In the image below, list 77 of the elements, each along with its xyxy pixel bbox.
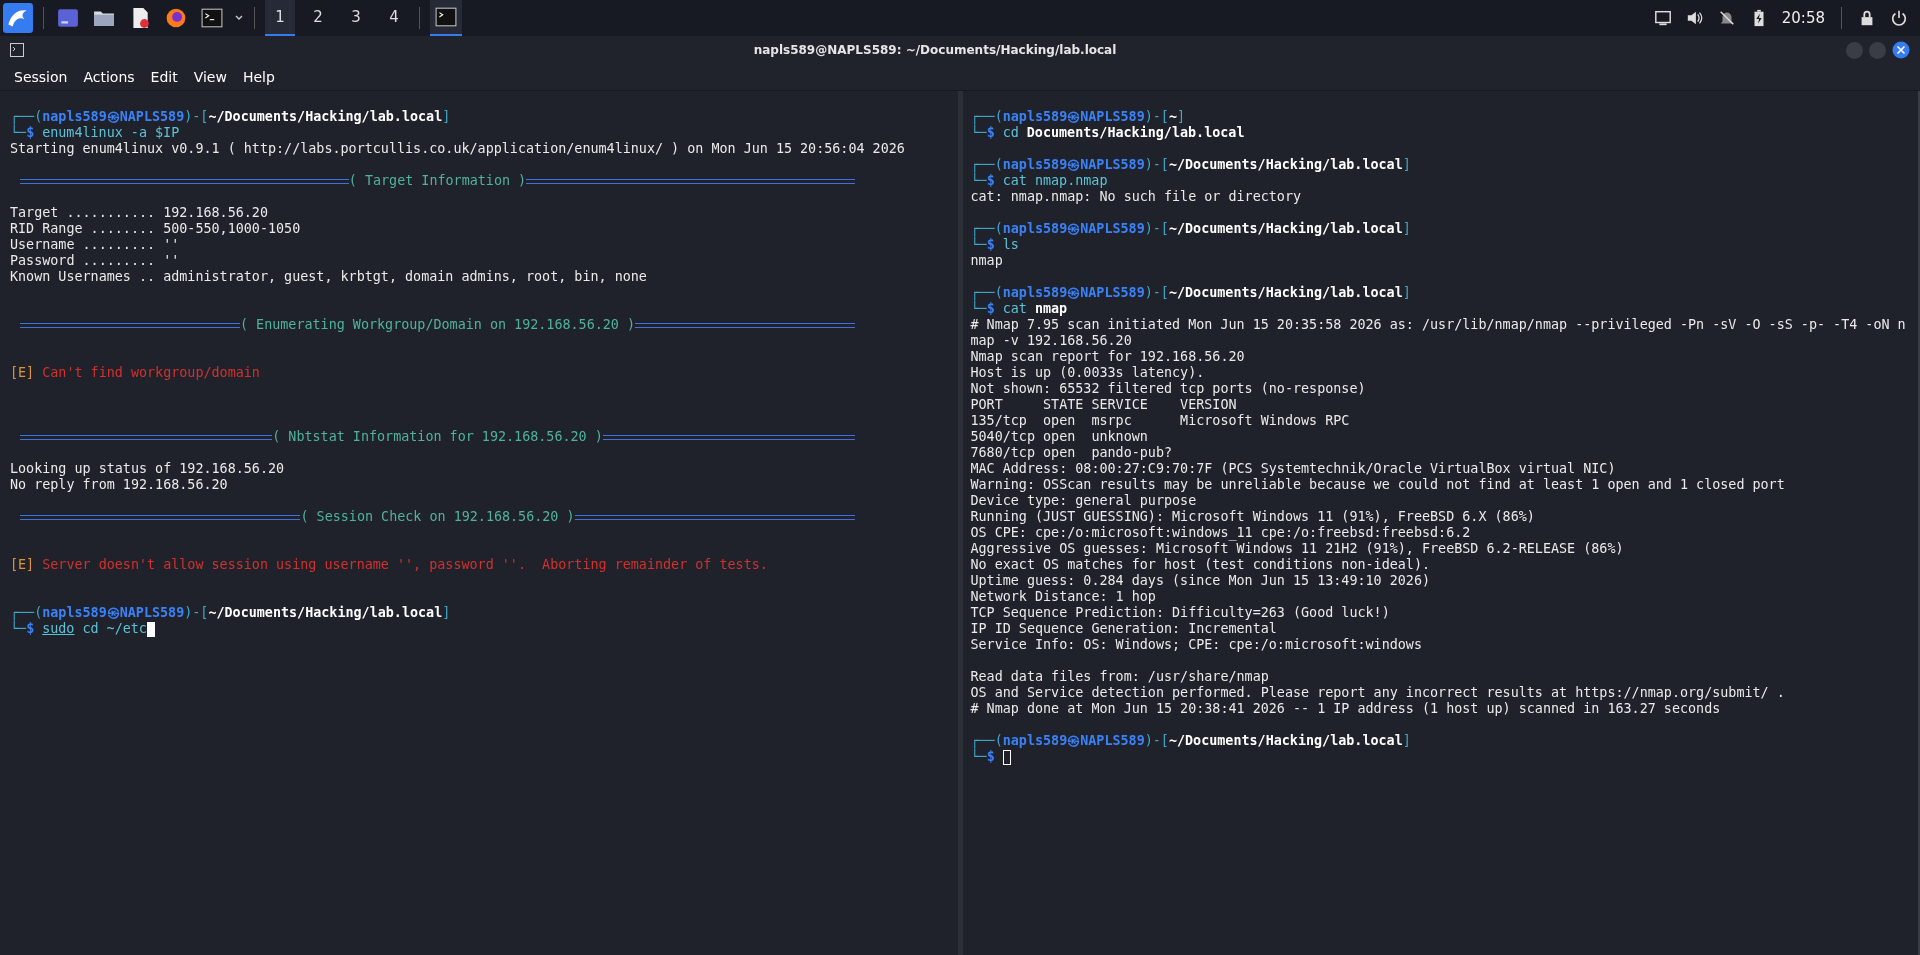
clock[interactable]: 20:58 xyxy=(1781,9,1825,27)
output-line: Looking up status of 192.168.56.20 xyxy=(10,461,286,477)
terminal-icon xyxy=(435,6,457,28)
output-line: Read data files from: /usr/share/nmap xyxy=(970,669,1270,685)
menu-item[interactable]: Session xyxy=(6,69,76,85)
prompt-line: ┌──(napls589㉿NAPLS589)-[~/Documents/Hacking/lab.local] xyxy=(970,285,1412,301)
output-line: nmap xyxy=(970,253,1004,269)
command-text: └─$ ls xyxy=(970,237,1019,253)
close-icon[interactable] xyxy=(1892,41,1910,59)
browser-icon[interactable] xyxy=(165,7,187,29)
output-line: No reply from 192.168.56.20 xyxy=(10,477,229,493)
section-title: ( Nbtstat Information for 192.168.56.20 ) xyxy=(272,429,603,445)
section-title: ( Enumerating Workgroup/Domain on 192.168.56.20 ) xyxy=(240,317,635,333)
output-line: Password ......... '' xyxy=(10,253,181,269)
command-text: └─$ cd Documents/Hacking/lab.local xyxy=(970,125,1245,141)
power-icon[interactable] xyxy=(1890,9,1908,27)
output-line: PORT STATE SERVICE VERSION xyxy=(970,397,1238,413)
output-line: Aggressive OS guesses: Microsoft Windows 11 21H2 (91%), FreeBSD 6.2-RELEASE (86%) xyxy=(970,541,1625,557)
window-title: napls589@NAPLS589: ~/Documents/Hacking/lab.local xyxy=(752,43,1118,57)
output-line: map -v 192.168.56.20 xyxy=(970,333,1133,349)
output-line: Network Distance: 1 hop xyxy=(970,589,1157,605)
output-line: Nmap scan report for 192.168.56.20 xyxy=(970,349,1246,365)
output-line: No exact OS matches for host (test conditions non-ideal). xyxy=(970,557,1432,573)
muted-bell-icon[interactable] xyxy=(1717,9,1736,27)
output-line: 5040/tcp open unknown xyxy=(970,429,1149,445)
workspace-button[interactable]: 4 xyxy=(379,0,409,36)
output-line: 135/tcp open msrpc Microsoft Windows RPC xyxy=(970,413,1351,429)
error-message: [E] Can't find workgroup/domain xyxy=(10,365,261,381)
menu-item[interactable]: Edit xyxy=(142,69,186,85)
output-line: RID Range ........ 500-550,1000-1050 xyxy=(10,221,302,237)
workspace-button[interactable]: 2 xyxy=(303,0,333,36)
output-line: OS and Service detection performed. Please report any incorrect results at https://nmap.org/submit/ . xyxy=(970,685,1786,701)
prompt-line: ┌──(napls589㉿NAPLS589)-[~] xyxy=(970,109,1187,125)
volume-icon[interactable] xyxy=(1685,9,1704,27)
terminal-icon xyxy=(10,43,24,57)
output-line: cat: nmap.nmap: No such file or directory xyxy=(970,189,1303,205)
output-line: Warning: OSScan results may be unreliable because we could not find at least 1 open and 1 closed port xyxy=(970,477,1786,493)
terminal-icon[interactable] xyxy=(201,7,223,29)
output-line: Running (JUST GUESSING): Microsoft Windows 11 (91%), FreeBSD 6.X (86%) xyxy=(970,509,1536,525)
output-line: Not shown: 65532 filtered tcp ports (no-response) xyxy=(970,381,1367,397)
command-text: └─$ cat nmap xyxy=(970,301,1068,317)
output-line: # Nmap 7.95 scan initiated Mon Jun 15 20:35:58 2026 as: /usr/lib/nmap/nmap --privileged -Pn -sV -O -sS -p- -T4 -oN n xyxy=(970,317,1907,333)
output-line: 7680/tcp open pando-pub? xyxy=(970,445,1174,461)
output-line: Target ........... 192.168.56.20 xyxy=(10,205,269,221)
output-line: # Nmap done at Mon Jun 15 20:38:41 2026 -- 1 IP address (1 host up) scanned in 163.27 seconds xyxy=(970,701,1722,717)
workspace-button[interactable]: 1 xyxy=(265,0,295,36)
menu-item[interactable]: Help xyxy=(234,69,283,85)
error-message: [E] Server doesn't allow session using username '', password ''. Aborting remainder of tests. xyxy=(10,557,769,573)
output-line: Username ......... '' xyxy=(10,237,181,253)
menu-item[interactable]: View xyxy=(185,69,235,85)
output-line: Host is up (0.0033s latency). xyxy=(970,365,1206,381)
output-line: Starting enum4linux v0.9.1 ( http://labs.portcullis.co.uk/application/enum4linux/ ) on Mon Jun 15 20:56:04 2026 xyxy=(10,141,906,157)
prompt-line: ┌──(napls589㉿NAPLS589)-[~/Documents/Hacking/lab.local] xyxy=(970,157,1412,173)
output-line: TCP Sequence Prediction: Difficulty=263 (Good luck!) xyxy=(970,605,1391,621)
output-line: Service Info: OS: Windows; CPE: cpe:/o:microsoft:windows xyxy=(970,637,1423,653)
dragon-logo-icon[interactable] xyxy=(3,3,33,33)
output-line: MAC Address: 08:00:27:C9:70:7F (PCS Systemtechnik/Oracle VirtualBox virtual NIC) xyxy=(970,461,1617,477)
section-title: ( Session Check on 192.168.56.20 ) xyxy=(300,509,575,525)
output-line: Device type: general purpose xyxy=(970,493,1198,509)
command-text: └─$ xyxy=(970,749,995,765)
prompt-line: ┌──(napls589㉿NAPLS589)-[~/Documents/Hacking/lab.local] xyxy=(970,221,1412,237)
terminal-task-button[interactable] xyxy=(430,0,462,36)
output-line: OS CPE: cpe:/o:microsoft:windows_11 cpe:/o:freebsd:freebsd:6.2 xyxy=(970,525,1472,541)
section-title: ( Target Information ) xyxy=(348,173,527,189)
desktop-icon[interactable] xyxy=(57,7,79,29)
prompt-line: ┌──(napls589㉿NAPLS589)-[~/Documents/Hacking/lab.local] xyxy=(970,733,1412,749)
workspace-button[interactable]: 3 xyxy=(341,0,371,36)
command-text: └─$ sudo cd ~/etc xyxy=(10,621,147,637)
output-line: Uptime guess: 0.284 days (since Mon Jun 15 13:49:10 2026) xyxy=(970,573,1432,589)
prompt-line: ┌──(napls589㉿NAPLS589)-[~/Documents/Hacking/lab.local] xyxy=(10,109,452,125)
output-line: IP ID Sequence Generation: Incremental xyxy=(970,621,1278,637)
menu-item[interactable]: Actions xyxy=(75,69,143,85)
command-text: └─$ enum4linux -a $IP xyxy=(10,125,180,141)
output-line: Known Usernames .. administrator, guest, krbtgt, domain admins, root, bin, none xyxy=(10,269,648,285)
prompt-line: ┌──(napls589㉿NAPLS589)-[~/Documents/Hacking/lab.local] xyxy=(10,605,452,621)
command-text: └─$ cat nmap.nmap xyxy=(970,173,1108,189)
display-icon[interactable] xyxy=(1653,9,1672,27)
